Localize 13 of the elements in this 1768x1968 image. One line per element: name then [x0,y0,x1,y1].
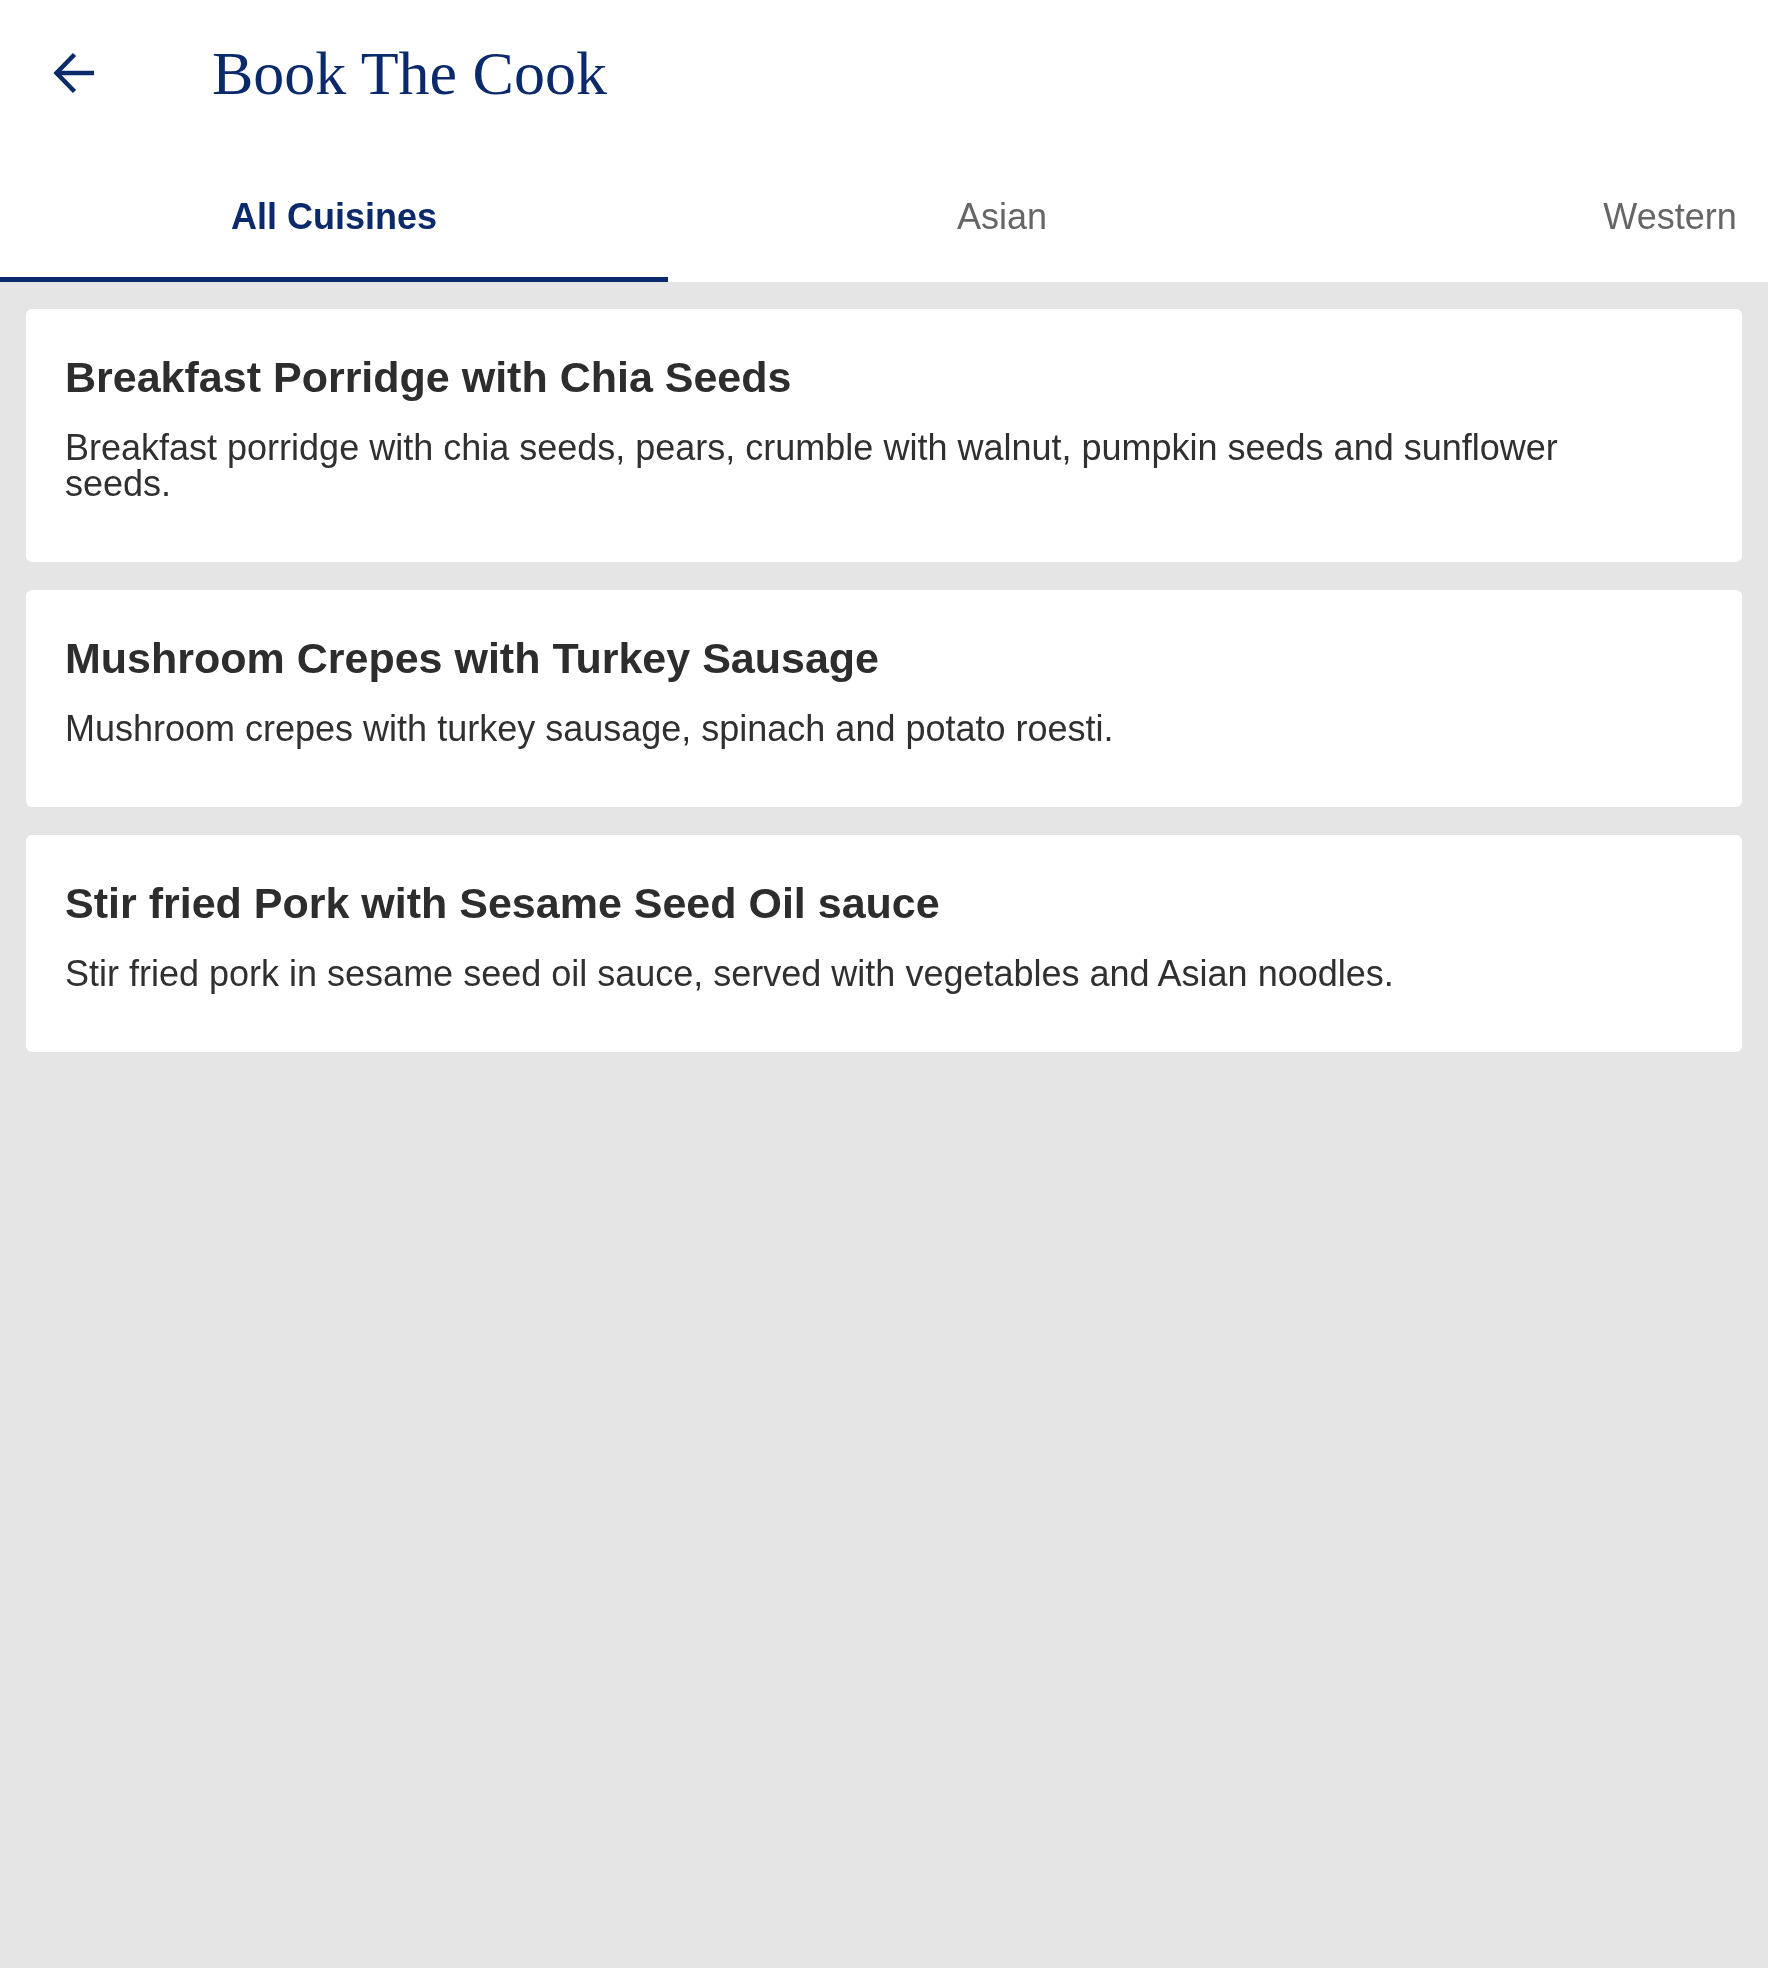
app-title: Book The Cook [212,38,607,108]
dish-description: Stir fried pork in sesame seed oil sauce, served with vegetables and Asian noodles. [65,956,1395,992]
dish-title: Mushroom Crepes with Turkey Sausage [65,634,881,682]
cuisine-tab[interactable]: Western [1603,195,1737,238]
cuisine-tab[interactable]: Asian [956,195,1048,238]
dish-title: Breakfast Porridge with Chia Seeds [65,353,793,401]
dish-description: Mushroom crepes with turkey sausage, spinach and potato roesti. [65,711,1115,747]
dish-card[interactable]: Breakfast Porridge with Chia Seeds Breakfast porridge with chia seeds, pears, crumble with walnut, pumpkin seeds and sunflower seeds. [26,309,1742,562]
cuisine-tab[interactable]: All Cuisines [230,195,438,238]
dish-card[interactable]: Stir fried Pork with Sesame Seed Oil sauce Stir fried pork in sesame seed oil sauce, served with vegetables and Asian noodles. [26,835,1742,1052]
dish-description: Breakfast porridge with chia seeds, pears, crumble with walnut, pumpkin seeds and sunflower seeds. [65,430,1559,502]
dish-title: Stir fried Pork with Sesame Seed Oil sauce [65,879,941,927]
dish-card[interactable]: Mushroom Crepes with Turkey Sausage Mushroom crepes with turkey sausage, spinach and potato roesti. [26,590,1742,807]
